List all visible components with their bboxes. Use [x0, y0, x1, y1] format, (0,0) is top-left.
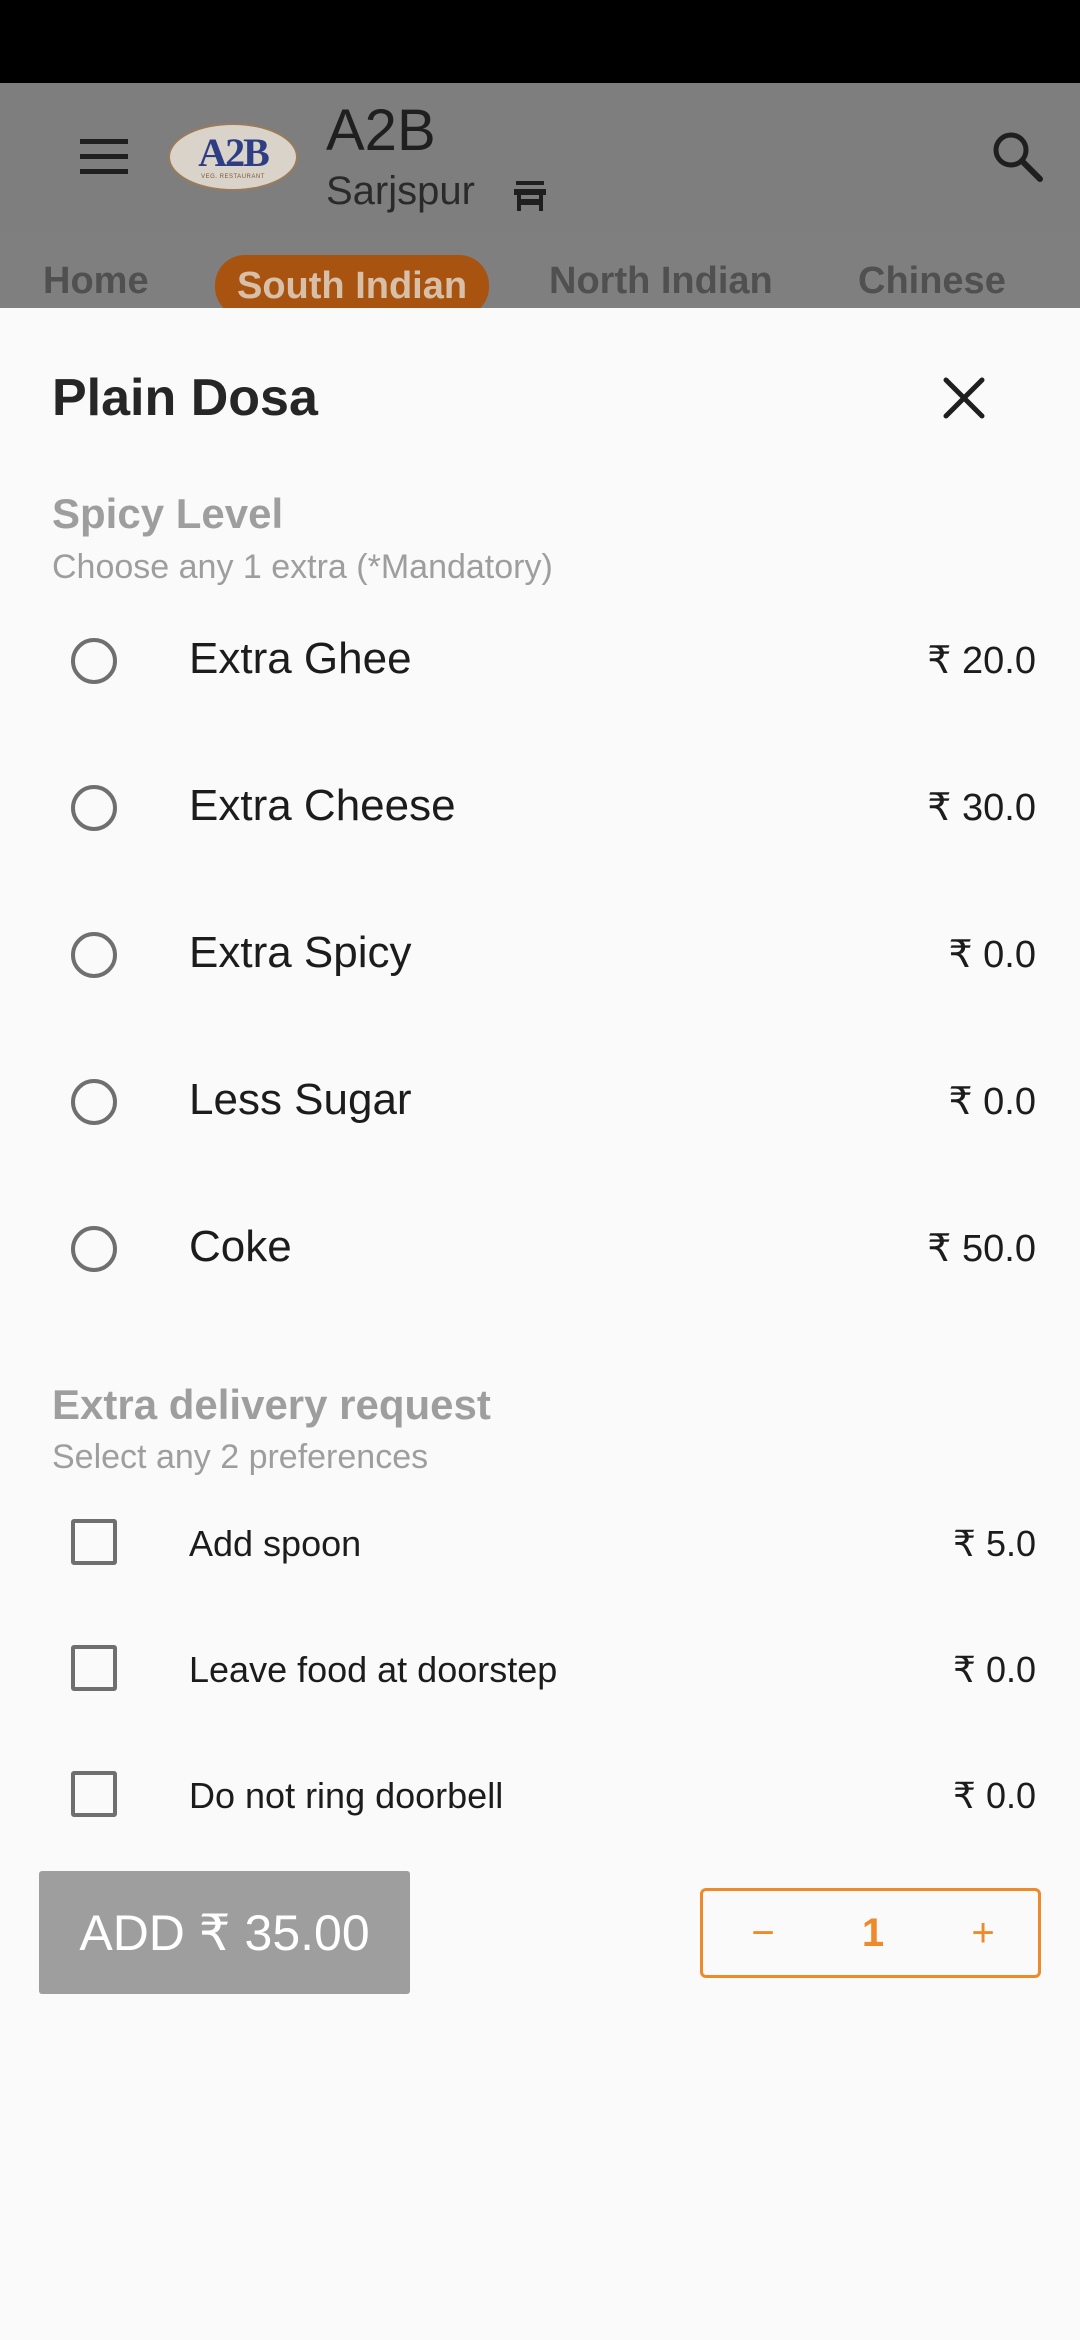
- option-label: Extra Cheese: [189, 781, 456, 830]
- category-tabs: Home South Indian North Indian Chinese: [0, 231, 1080, 308]
- option-label: Extra Spicy: [189, 928, 412, 977]
- quantity-stepper: − 1 +: [700, 1888, 1041, 1978]
- item-title: Plain Dosa: [52, 369, 318, 427]
- restaurant-name: A2B: [326, 98, 436, 163]
- option-price: ₹ 50.0: [927, 1228, 1036, 1270]
- tab-south-indian[interactable]: South Indian: [215, 255, 490, 308]
- tab-north-indian[interactable]: North Indian: [549, 255, 773, 307]
- option-price: ₹ 20.0: [927, 640, 1036, 682]
- option-label: Less Sugar: [189, 1075, 412, 1124]
- decrement-button[interactable]: −: [733, 1891, 793, 1975]
- logo-text: A2B: [198, 130, 270, 175]
- delivery-section-title: Extra delivery request: [52, 1381, 491, 1428]
- add-to-cart-button[interactable]: ADD ₹ 35.00: [39, 1871, 410, 1994]
- spicy-section-subtitle: Choose any 1 extra (*Mandatory): [52, 548, 553, 586]
- logo-subtext: VEG. RESTAURANT: [201, 174, 265, 180]
- preference-label: Add spoon: [189, 1523, 362, 1564]
- spicy-section-title: Spicy Level: [52, 490, 284, 537]
- preference-price: ₹ 0.0: [953, 1775, 1036, 1816]
- restaurant-logo: A2B VEG. RESTAURANT: [168, 123, 298, 191]
- radio-button[interactable]: [71, 1226, 117, 1272]
- preference-price: ₹ 0.0: [953, 1649, 1036, 1690]
- radio-button[interactable]: [71, 785, 117, 831]
- status-bar: [0, 0, 1080, 83]
- quantity-value: 1: [861, 1911, 885, 1955]
- option-price: ₹ 0.0: [948, 934, 1036, 976]
- increment-button[interactable]: +: [953, 1891, 1013, 1975]
- checkbox[interactable]: [71, 1519, 117, 1565]
- menu-icon[interactable]: [78, 135, 132, 179]
- checkbox[interactable]: [71, 1771, 117, 1817]
- option-label: Coke: [189, 1222, 292, 1271]
- checkbox[interactable]: [71, 1645, 117, 1691]
- app-bar: A2B VEG. RESTAURANT A2B Sarjspur: [0, 83, 1080, 231]
- preference-price: ₹ 5.0: [953, 1523, 1036, 1564]
- option-price: ₹ 0.0: [948, 1081, 1036, 1123]
- radio-button[interactable]: [71, 932, 117, 978]
- radio-button[interactable]: [71, 1079, 117, 1125]
- option-label: Extra Ghee: [189, 634, 412, 683]
- tab-chinese[interactable]: Chinese: [858, 255, 1006, 307]
- delivery-section-subtitle: Select any 2 preferences: [52, 1438, 429, 1476]
- preference-label: Do not ring doorbell: [189, 1775, 504, 1816]
- tab-home[interactable]: Home: [43, 255, 149, 307]
- store-icon[interactable]: [514, 181, 546, 211]
- search-icon[interactable]: [990, 129, 1044, 183]
- restaurant-location: Sarjspur: [326, 169, 475, 213]
- option-price: ₹ 30.0: [927, 787, 1036, 829]
- item-options-sheet: Plain Dosa Spicy Level Choose any 1 extr…: [0, 308, 1080, 2340]
- preference-label: Leave food at doorstep: [189, 1649, 558, 1690]
- close-icon[interactable]: [940, 374, 988, 422]
- radio-button[interactable]: [71, 638, 117, 684]
